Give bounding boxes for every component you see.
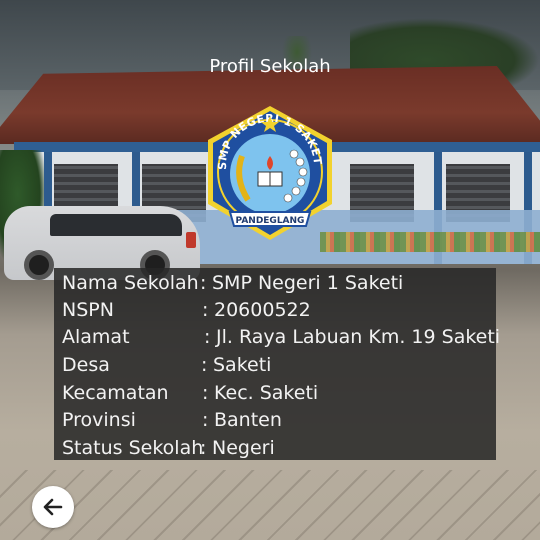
info-separator: : bbox=[202, 409, 209, 431]
info-label: Kecamatan bbox=[62, 382, 169, 404]
school-profile-screen: Profil Sekolah SMP NEGERI 1 SAKETI PANDE… bbox=[0, 0, 540, 540]
info-separator: : bbox=[201, 354, 208, 376]
page-title: Profil Sekolah bbox=[209, 56, 331, 77]
info-value: SMP Negeri 1 Saketi bbox=[212, 272, 404, 294]
info-separator: : bbox=[200, 437, 207, 459]
car-wheel bbox=[24, 250, 54, 280]
info-label: Alamat bbox=[62, 326, 130, 348]
info-separator: : bbox=[202, 382, 209, 404]
info-separator: : bbox=[202, 299, 209, 321]
info-label: Provinsi bbox=[62, 409, 136, 431]
info-value: Negeri bbox=[212, 437, 275, 459]
info-value: Jl. Raya Labuan Km. 19 Saketi bbox=[216, 326, 501, 348]
logo-banner-text: PANDEGLANG bbox=[236, 216, 305, 226]
back-button[interactable] bbox=[32, 486, 74, 528]
school-info-panel: Nama Sekolah : SMP Negeri 1 Saketi NSPN … bbox=[54, 268, 500, 460]
arrow-left-icon bbox=[43, 498, 63, 516]
school-logo: SMP NEGERI 1 SAKETI PANDEGLANG bbox=[200, 104, 332, 240]
info-value: 20600522 bbox=[214, 299, 311, 321]
info-separator: : bbox=[200, 272, 207, 294]
info-label: NSPN bbox=[62, 299, 114, 321]
info-label: Status Sekolah bbox=[62, 437, 204, 459]
info-value: Banten bbox=[214, 409, 282, 431]
info-label: Desa bbox=[62, 354, 110, 376]
info-value: Saketi bbox=[213, 354, 272, 376]
background-plants bbox=[320, 232, 540, 252]
info-value: Kec. Saketi bbox=[214, 382, 319, 404]
info-separator: : bbox=[204, 326, 211, 348]
info-label: Nama Sekolah bbox=[62, 272, 199, 294]
car-taillight bbox=[186, 232, 196, 248]
car-window bbox=[50, 214, 182, 236]
background-ground bbox=[0, 470, 540, 540]
